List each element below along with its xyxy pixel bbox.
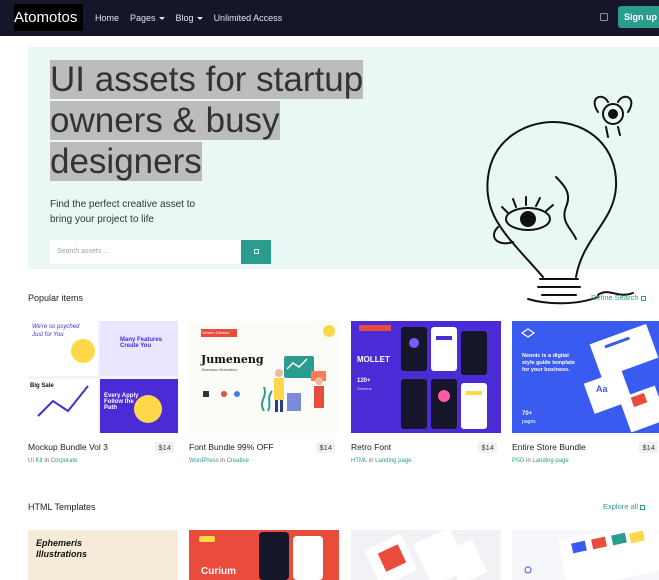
nav-blog[interactable]: Blog (176, 13, 203, 23)
hero-title-line: UI assets for startup (50, 60, 364, 99)
lightbulb-illustration (486, 95, 634, 305)
thumb-text: Curium (201, 566, 236, 577)
template-thumbnail[interactable]: Curium (189, 530, 339, 580)
search-button[interactable] (241, 240, 271, 264)
nav-pages-label: Pages (130, 13, 156, 23)
product-category[interactable]: Landing page (375, 458, 411, 464)
nav-links: Home Pages Blog Unlimited Access (95, 0, 282, 36)
thumb-text: Aa (596, 384, 608, 394)
explore-all-label: Explore all (603, 502, 639, 511)
product-title[interactable]: Retro Font (351, 442, 391, 452)
explore-all-link[interactable]: Explore all (603, 502, 646, 511)
thumb-text: 70+ (522, 411, 533, 417)
thumb-text: Jumeneng (201, 353, 264, 366)
navbar: Atomotos Home Pages Blog Unlimited Acces… (0, 0, 659, 36)
product-meta: UI Kit in Corporate (28, 458, 77, 464)
nav-home-label: Home (95, 13, 120, 23)
meta-connector: in (526, 458, 531, 464)
product-title[interactable]: Mockup Bundle Vol 3 (28, 442, 108, 452)
thumb-text: 120+ (357, 378, 371, 384)
template-thumbnail[interactable] (512, 530, 659, 580)
search-input[interactable]: Search assets ... (50, 240, 241, 264)
thumb-text: Screens (357, 386, 372, 391)
thumb-text: Many Features Create You (120, 337, 163, 349)
product-price: $14 (316, 442, 335, 453)
meta-connector: in (220, 458, 225, 464)
thumb-text: Big Sale (30, 383, 54, 389)
cart-icon[interactable] (600, 13, 608, 21)
product-type[interactable]: HTML (351, 458, 367, 464)
nav-blog-label: Blog (175, 13, 194, 23)
product-thumbnail[interactable]: We're so psyched Just for You Many Featu… (28, 321, 178, 433)
signup-button[interactable]: Sign up (618, 6, 659, 28)
font-bundle-thumb-art (201, 325, 335, 412)
nav-pages[interactable]: Pages (130, 13, 165, 23)
thumb-text: Business Illustration (202, 367, 238, 372)
popular-items-heading: Popular items (28, 293, 84, 303)
store-bundle-thumb-art (520, 323, 659, 433)
product-type[interactable]: UI Kit (28, 458, 43, 464)
chevron-down-icon (158, 17, 165, 21)
product-meta: HTML in Landing page (351, 458, 412, 464)
product-title[interactable]: Font Bundle 99% OFF (189, 442, 274, 452)
nav-unlimited-access[interactable]: Unlimited Access (214, 13, 283, 23)
product-price: $14 (478, 442, 497, 453)
product-category[interactable]: Creative (227, 458, 249, 464)
product-category[interactable]: Landing page (532, 458, 568, 464)
thumb-text: Every Apply Follow the Path (104, 393, 139, 411)
product-price: $14 (639, 442, 658, 453)
arrow-icon (640, 504, 646, 510)
template-thumbnail[interactable] (351, 530, 501, 580)
hero-section: UI assets for startup owners & busy desi… (28, 47, 659, 305)
meta-connector: in (368, 458, 374, 464)
product-thumbnail[interactable]: Neonic is a digital style guide template… (512, 321, 659, 433)
thumb-text: Screen Creator (202, 330, 230, 335)
product-price: $14 (155, 442, 174, 453)
thumb-text: Neonic is a digital style guide template… (522, 353, 575, 373)
thumb-text: We're so psyched (32, 324, 80, 330)
thumb-text: pages (522, 419, 536, 425)
product-type[interactable]: PSD (512, 458, 524, 464)
refine-search-link[interactable]: Refine Search (591, 293, 646, 302)
filter-icon (640, 295, 646, 301)
retro-font-thumb-art (359, 325, 487, 429)
product-thumbnail[interactable]: MOLLET 120+ Screens (351, 321, 501, 433)
hero-title-line: owners & busy (50, 101, 280, 140)
template-thumbnail[interactable]: Ephemeris Illustrations (28, 530, 178, 580)
template-thumb-art (364, 530, 488, 580)
nav-home[interactable]: Home (95, 13, 119, 23)
thumb-text: Illustrations (36, 549, 88, 559)
product-title[interactable]: Entire Store Bundle (512, 442, 586, 452)
thumb-text: MOLLET (357, 355, 390, 364)
html-templates-heading: HTML Templates (28, 502, 96, 512)
hero-title: UI assets for startup owners & busy desi… (50, 59, 395, 182)
nav-unlimited-label: Unlimited Access (213, 13, 283, 23)
refine-search-label: Refine Search (591, 293, 639, 302)
hero-subtitle-line: bring your project to life (50, 214, 154, 225)
product-thumbnail[interactable]: Screen Creator Jumeneng Business Illustr… (189, 321, 339, 433)
chevron-down-icon (196, 17, 203, 21)
search-icon (254, 249, 259, 254)
brand-logo[interactable]: Atomotos (14, 4, 83, 31)
product-type[interactable]: WordPress (189, 458, 219, 464)
hero-subtitle-line: Find the perfect creative asset to (50, 199, 196, 210)
product-meta: WordPress in Creative (189, 458, 249, 464)
template-thumb-art (524, 530, 659, 580)
meta-connector: in (44, 458, 50, 464)
hero-subtitle: Find the perfect creative asset to bring… (50, 197, 220, 227)
thumb-text: Ephemeris (36, 538, 83, 548)
product-meta: PSD in Landing page (512, 458, 569, 464)
thumb-text: Just for You (32, 332, 64, 338)
hero-title-line: designers (50, 142, 202, 181)
product-category[interactable]: Corporate (51, 458, 78, 464)
